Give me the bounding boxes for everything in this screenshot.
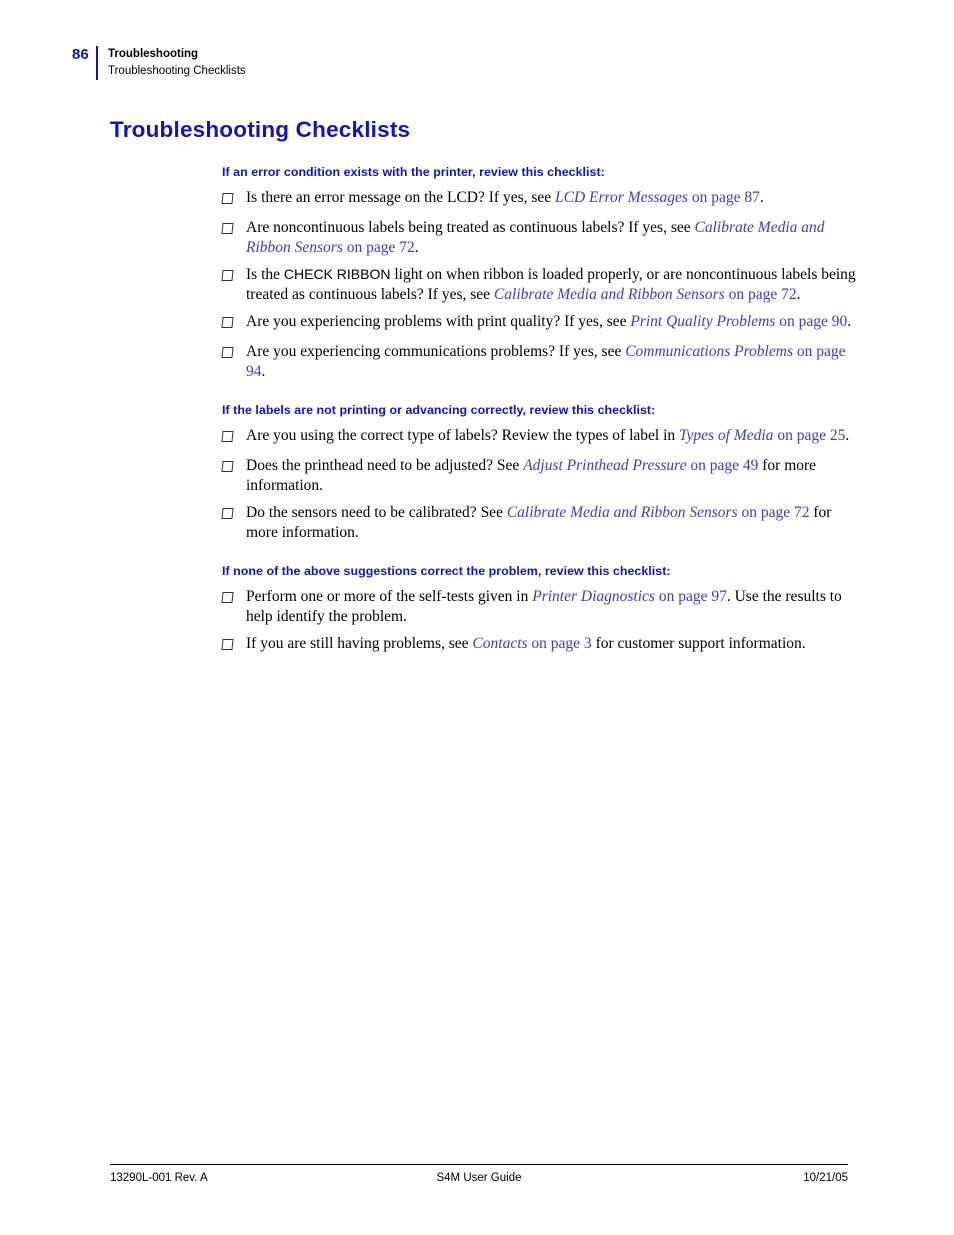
list-item-text: Are noncontinuous labels being treated a…	[246, 218, 862, 257]
cross-reference-page-link[interactable]: on page 90	[779, 313, 847, 330]
body-text: .	[845, 427, 850, 444]
list-item: If you are still having problems, see Co…	[221, 634, 862, 656]
checkbox-square-glyph	[221, 431, 234, 442]
cross-reference-page-link[interactable]: on page 25	[777, 427, 845, 444]
checklist-section: If an error condition exists with the pr…	[221, 165, 862, 381]
body-text: If you are still having problems, see	[246, 635, 473, 652]
list-item-text: Are you experiencing communications prob…	[246, 342, 862, 381]
header-breadcrumb: Troubleshooting Troubleshooting Checklis…	[108, 46, 246, 80]
body-text: .	[414, 238, 419, 256]
checklist-section: If none of the above suggestions correct…	[221, 564, 862, 656]
cross-reference-link[interactable]: LCD Error Messages	[555, 189, 688, 206]
checkbox-square-icon	[221, 456, 246, 478]
page-header: 86 Troubleshooting Troubleshooting Check…	[72, 46, 246, 80]
body-text: .	[796, 285, 801, 303]
checkbox-square-glyph	[221, 347, 234, 358]
checkbox-square-icon	[221, 312, 246, 334]
body-text: Do the sensors need to be calibrated? Se…	[246, 504, 507, 521]
section-heading: If the labels are not printing or advanc…	[222, 403, 656, 417]
checkbox-square-icon	[221, 634, 246, 656]
list-item-text: Is there an error message on the LCD? If…	[246, 188, 862, 208]
list-item: Does the printhead need to be adjusted? …	[221, 456, 862, 495]
checklist-content: If an error condition exists with the pr…	[221, 165, 862, 664]
body-text: Is there an error message on the LCD? If…	[246, 189, 556, 206]
list-item: Are noncontinuous labels being treated a…	[221, 218, 862, 257]
checkbox-square-glyph	[221, 317, 234, 328]
body-text: .	[759, 189, 764, 206]
cross-reference-page-link[interactable]: on page 87	[692, 189, 760, 206]
checkbox-square-icon	[221, 218, 246, 240]
cross-reference-page-link[interactable]: on page 97	[659, 588, 727, 605]
checkbox-square-glyph	[221, 639, 234, 650]
cross-reference-link[interactable]: Print Quality Problems	[630, 313, 775, 330]
list-item-text: If you are still having problems, see Co…	[246, 634, 862, 654]
checkbox-square-glyph	[221, 270, 234, 281]
list-item: Are you using the correct type of labels…	[221, 426, 862, 448]
list-item-text: Do the sensors need to be calibrated? Se…	[246, 503, 862, 542]
body-text: Are you experiencing communications prob…	[246, 343, 626, 360]
page-footer: 13290L-001 Rev. A S4M User Guide 10/21/0…	[110, 1172, 848, 1184]
cross-reference-page-link[interactable]: on page 72	[729, 286, 797, 303]
cross-reference-page-link[interactable]: on page 72	[347, 239, 415, 256]
footer-title: S4M User Guide	[436, 1172, 522, 1184]
cross-reference-page-link[interactable]: on page 3	[531, 635, 591, 652]
list-item: Is there an error message on the LCD? If…	[221, 188, 862, 210]
checkbox-square-icon	[221, 265, 246, 287]
list-item: Perform one or more of the self-tests gi…	[221, 587, 862, 626]
body-text: for customer support information.	[591, 635, 806, 652]
body-text: Are you using the correct type of labels…	[246, 427, 680, 444]
cross-reference-link[interactable]: Types of Media	[679, 427, 773, 444]
header-chapter: Troubleshooting	[108, 48, 199, 60]
list-item-text: Is the CHECK RIBBON light on when ribbon…	[246, 265, 862, 304]
header-divider	[96, 46, 98, 80]
list-item: Are you experiencing communications prob…	[221, 342, 862, 381]
checkbox-square-glyph	[221, 461, 234, 472]
cross-reference-link[interactable]: Calibrate Media and Ribbon Sensors	[507, 504, 738, 521]
section-heading: If an error condition exists with the pr…	[222, 165, 605, 179]
checkbox-square-icon	[221, 587, 246, 609]
checkbox-square-glyph	[221, 592, 234, 603]
section-heading: If none of the above suggestions correct…	[222, 564, 671, 578]
list-item: Do the sensors need to be calibrated? Se…	[221, 503, 862, 542]
cross-reference-link[interactable]: Contacts	[472, 635, 527, 652]
document-page: 86 Troubleshooting Troubleshooting Check…	[0, 0, 954, 1235]
body-text: .	[261, 362, 266, 380]
list-item-text: Are you using the correct type of labels…	[246, 426, 862, 446]
list-item-text: Does the printhead need to be adjusted? …	[246, 456, 862, 495]
checkbox-square-icon	[221, 342, 246, 364]
control-panel-label: CHECK RIBBON	[283, 266, 391, 282]
list-item: Is the CHECK RIBBON light on when ribbon…	[221, 265, 862, 304]
body-text: .	[847, 313, 852, 330]
cross-reference-page-link[interactable]: on page 72	[741, 504, 809, 521]
cross-reference-link[interactable]: Communications Problems	[625, 343, 793, 360]
checkbox-square-icon	[221, 188, 246, 210]
header-section: Troubleshooting Checklists	[108, 65, 246, 77]
list-item-text: Are you experiencing problems with print…	[246, 312, 862, 332]
body-text: Perform one or more of the self-tests gi…	[246, 588, 533, 605]
checkbox-square-icon	[221, 503, 246, 525]
body-text: Does the printhead need to be adjusted? …	[246, 457, 524, 474]
cross-reference-link[interactable]: Adjust Printhead Pressure	[523, 457, 686, 474]
checkbox-square-glyph	[221, 508, 234, 519]
checkbox-square-glyph	[221, 193, 234, 204]
body-text: Are noncontinuous labels being treated a…	[246, 219, 695, 236]
list-item-text: Perform one or more of the self-tests gi…	[246, 587, 862, 626]
cross-reference-link[interactable]: Calibrate Media and Ribbon Sensors	[494, 286, 725, 303]
body-text: Are you experiencing problems with print…	[246, 313, 631, 330]
body-text: Is the	[246, 266, 284, 283]
footer-divider	[110, 1164, 848, 1165]
list-item: Are you experiencing problems with print…	[221, 312, 862, 334]
checkbox-square-glyph	[221, 223, 234, 234]
checkbox-square-icon	[221, 426, 246, 448]
page-number: 86	[72, 46, 89, 63]
cross-reference-page-link[interactable]: on page 49	[690, 457, 758, 474]
checklist-section: If the labels are not printing or advanc…	[221, 403, 862, 542]
cross-reference-link[interactable]: Printer Diagnostics	[532, 588, 655, 605]
page-title: Troubleshooting Checklists	[110, 117, 411, 142]
